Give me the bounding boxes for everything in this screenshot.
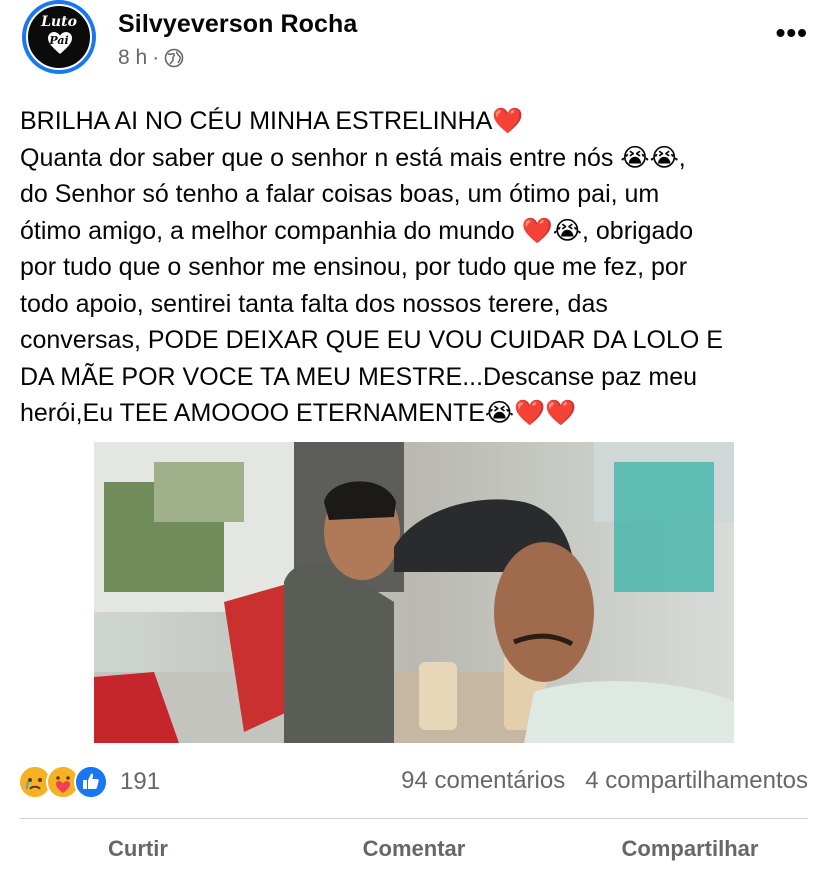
- author-name[interactable]: Silvyeverson Rocha: [118, 10, 357, 39]
- photo-image: [94, 442, 734, 743]
- post-text: BRILHA AI NO CÉU MINHA ESTRELINHA❤️ Quan…: [20, 107, 723, 427]
- meta-separator: ·: [152, 46, 160, 69]
- like-reaction-icon: [74, 765, 108, 799]
- comments-count-link[interactable]: 94 comentários: [401, 767, 565, 795]
- actions-divider: [20, 818, 808, 819]
- post-header: Luto Pai Silvyeverson Rocha 8 h · •••: [20, 0, 810, 80]
- share-button[interactable]: Compartilhar: [572, 836, 808, 862]
- like-button[interactable]: Curtir: [20, 836, 256, 862]
- post-meta: 8 h ·: [118, 46, 184, 70]
- author-avatar[interactable]: Luto Pai: [22, 0, 96, 74]
- reaction-summary[interactable]: 191: [18, 765, 160, 799]
- avatar-image: Luto Pai: [26, 4, 92, 70]
- post-actions: Curtir Comentar Compartilhar: [20, 836, 808, 862]
- comment-button[interactable]: Comentar: [258, 836, 570, 862]
- post-photo[interactable]: [94, 442, 734, 743]
- post-time[interactable]: 8 h: [118, 46, 147, 70]
- shares-count-link[interactable]: 4 compartilhamentos: [585, 767, 808, 795]
- reaction-count: 191: [120, 768, 161, 795]
- avatar-text-line1: Luto: [41, 14, 77, 30]
- more-options-icon[interactable]: •••: [776, 19, 808, 47]
- avatar-text-line2: Pai: [49, 34, 69, 47]
- globe-icon: [164, 48, 184, 68]
- engagement-counts: 94 comentários 4 compartilhamentos: [401, 767, 808, 795]
